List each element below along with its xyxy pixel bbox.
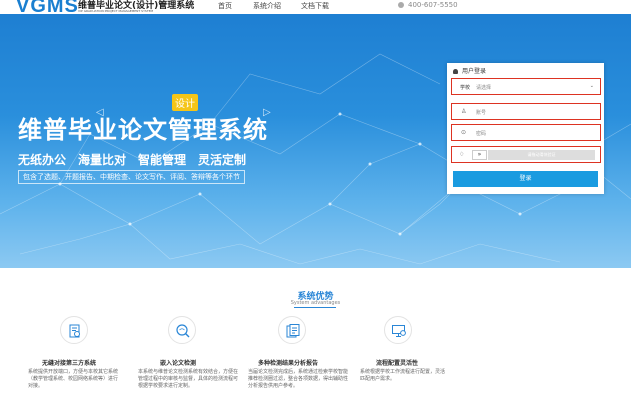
nav-downloads[interactable]: 文档下载 [301,1,341,11]
password-field[interactable]: ⊙ 密码 [451,124,601,141]
password-placeholder: 密码 [476,131,487,137]
school-placeholder: 请选择 [476,85,492,91]
slogan-item: 智能管理 [138,153,187,167]
title-underline [294,307,336,308]
banner-slogans: 无纸办公 海量比对 智能管理 灵活定制 [18,151,258,168]
main-nav: 首页 系统介绍 文档下载 [218,1,341,11]
top-header: VGMS 维普毕业论文(设计)管理系统 VIP GRADUATION PROJE… [0,0,631,17]
shield-icon: ♢ [459,151,465,158]
card-title: 无缝对接第三方系统 [42,360,97,367]
school-label: 学校 [460,85,471,91]
school-select[interactable]: 学校 请选择 ⌄ [451,78,601,95]
login-panel: 用户登录 学校 请选择 ⌄ ♙ 账号 ⊙ 密码 ♢ » 请拖动滑块验证 登录 [447,63,604,194]
slider-captcha: ♢ » 请拖动滑块验证 [451,146,601,163]
lock-icon: ⊙ [461,129,467,136]
card-desc: 系统根据学校工作流程进行配置，灵活匹配用户需求。 [360,369,446,382]
slogan-item: 无纸办公 [18,153,67,167]
nav-home[interactable]: 首页 [218,1,253,11]
card-desc: 当届论文检测完成后，系统通过检索学校智能推荐检测圈过滤，整合各项数据，得出辅助性… [248,369,349,389]
person-icon: ♙ [461,108,467,115]
login-title: 用户登录 [453,66,486,75]
card-title: 嵌入论文检测 [160,360,197,367]
nav-system-intro[interactable]: 系统介绍 [253,1,301,11]
report-icon [278,316,306,344]
monitor-settings-icon [384,316,412,344]
document-settings-icon [60,316,88,344]
phone-number: 400-607-5550 [398,1,458,9]
card-desc: 系统提供开放端口，方便与本校其它系统（教学管理系统、校园网络系统等）进行对接。 [28,369,119,389]
login-button[interactable]: 登录 [453,171,598,187]
user-icon [453,69,458,74]
card-title: 流程配置灵活性 [376,360,419,367]
slider-handle[interactable]: » [472,150,487,160]
slogan-item: 灵活定制 [198,153,247,167]
phone-text: 400-607-5550 [408,1,458,9]
banner-features: 包含了选题、开题报告、中期检查、论文写作、评阅、答辩等各个环节 [18,170,245,184]
card-title: 多种检测结果分析报告 [258,360,319,367]
logo-subtitle: VIP GRADUATION PROJECT MANAGEMENT SYSTEM [78,9,154,13]
search-icon [168,316,196,344]
slogan-item: 海量比对 [78,153,127,167]
banner-title: 维普毕业论文管理系统 [18,116,268,144]
advantages-subtitle: System advantages [290,300,341,306]
login-title-text: 用户登录 [462,68,487,75]
slider-track[interactable]: 请拖动滑块验证 [488,150,595,160]
design-tag: 设计 [172,94,198,111]
phone-icon [398,2,404,8]
card-desc: 本系统与维普论文检测系统有效结合，方便在管理过程中的审核与监督，具体的检测流程可… [138,369,239,389]
double-chevron-right-icon: » [477,151,482,158]
account-field[interactable]: ♙ 账号 [451,103,601,120]
account-placeholder: 账号 [476,110,487,116]
chevron-down-icon: ⌄ [589,83,594,89]
